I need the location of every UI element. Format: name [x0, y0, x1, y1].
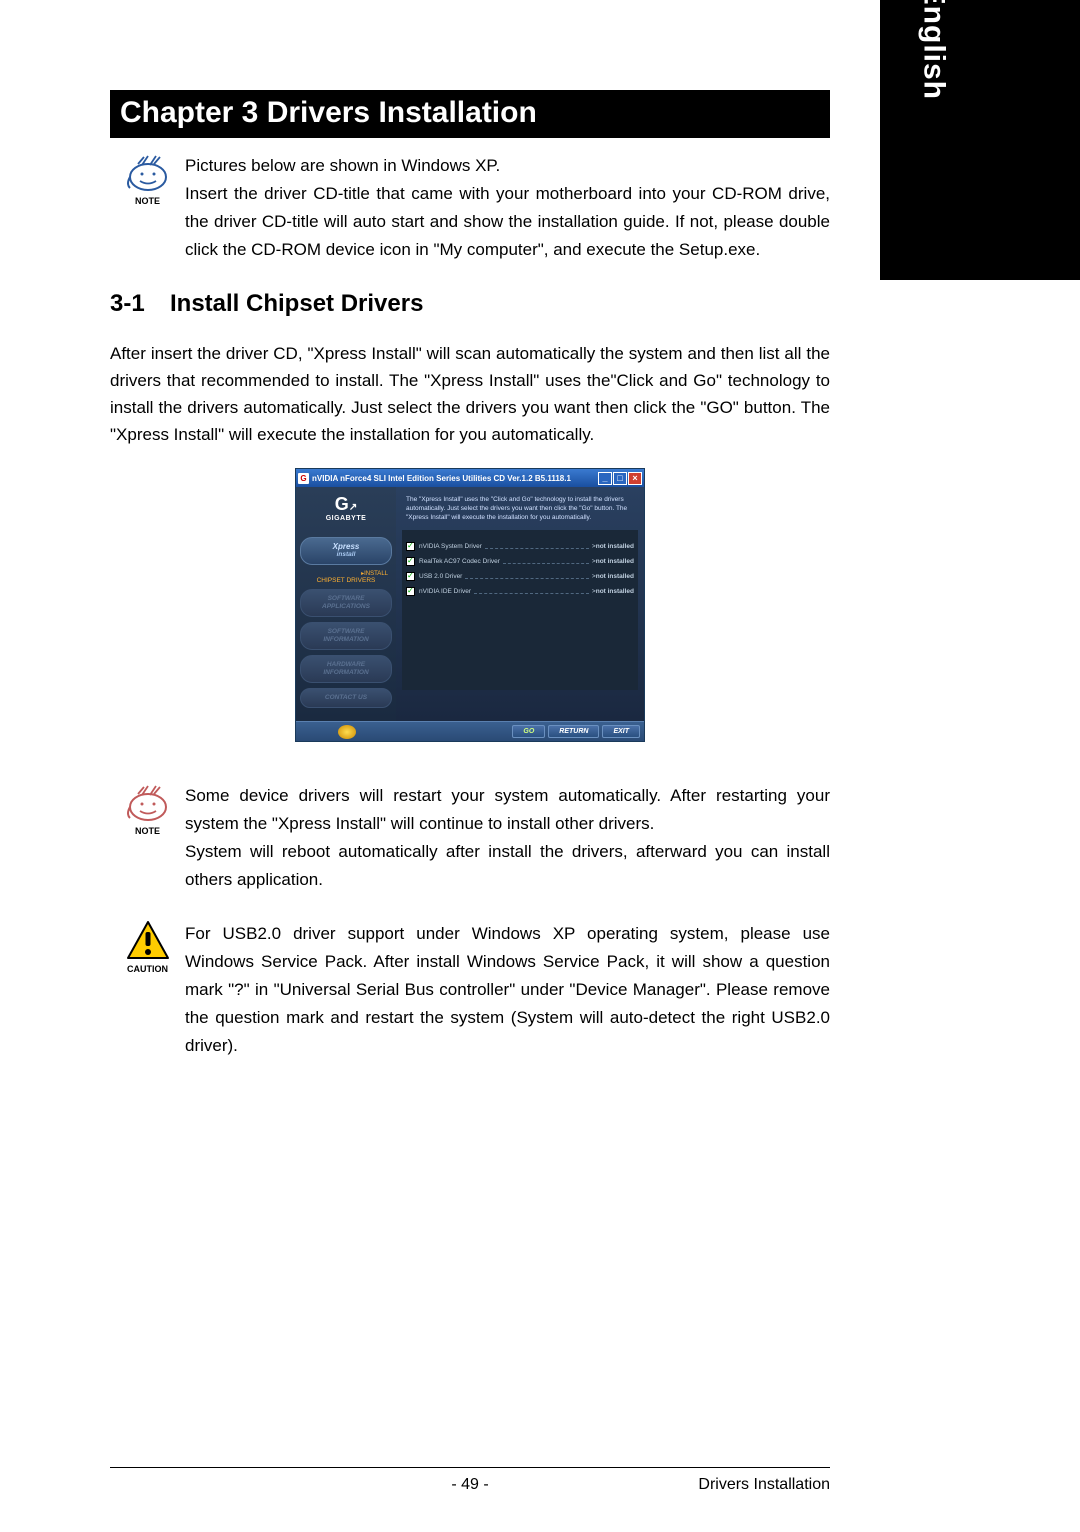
title-bar: GnVIDIA nForce4 SLI Intel Edition Series… [296, 469, 644, 487]
driver-name: nVIDIA IDE Driver [419, 588, 471, 595]
globe-icon[interactable] [338, 725, 356, 739]
sidebar: G↗ GIGABYTE Xpress install ▸INSTALL CHIP… [296, 487, 396, 721]
driver-row: nVIDIA IDE Driver > not installed [406, 587, 634, 596]
installer-window: GnVIDIA nForce4 SLI Intel Edition Series… [295, 468, 645, 742]
driver-row: USB 2.0 Driver > not installed [406, 572, 634, 581]
caution-icon [126, 920, 170, 960]
brand-name: GIGABYTE [300, 515, 392, 522]
driver-row: nVIDIA System Driver > not installed [406, 542, 634, 551]
nav-software-information[interactable]: SOFTWARE INFORMATION [300, 622, 392, 650]
driver-name: USB 2.0 Driver [419, 573, 462, 580]
return-button[interactable]: RETURN [548, 725, 599, 738]
chapter-title: Chapter 3 Drivers Installation [110, 90, 830, 138]
main-panel: The "Xpress Install" uses the "Click and… [396, 487, 644, 721]
driver-list: nVIDIA System Driver > not installed Rea… [402, 530, 638, 690]
note-label: NOTE [110, 196, 185, 206]
window-title: nVIDIA nForce4 SLI Intel Edition Series … [312, 474, 571, 483]
nav-xpress-install[interactable]: Xpress install [300, 537, 392, 565]
close-button[interactable]: × [628, 472, 642, 485]
note-text-2: Some device drivers will restart your sy… [185, 782, 830, 894]
nav-software-applications[interactable]: SOFTWARE APPLICATIONS [300, 589, 392, 617]
maximize-button[interactable]: □ [613, 472, 627, 485]
driver-checkbox[interactable] [406, 587, 415, 596]
footer-section: Drivers Installation [698, 1476, 830, 1494]
caution-text: For USB2.0 driver support under Windows … [185, 920, 830, 1060]
go-button[interactable]: GO [512, 725, 545, 738]
nav-hardware-information[interactable]: HARDWARE INFORMATION [300, 655, 392, 683]
exit-button[interactable]: EXIT [602, 725, 640, 738]
section-title: Install Chipset Drivers [170, 290, 423, 317]
page-number: - 49 - [451, 1476, 488, 1494]
note-text-1: Pictures below are shown in Windows XP. … [185, 152, 830, 264]
section-heading: 3-1Install Chipset Drivers [110, 290, 830, 318]
nav-install-label: ▸INSTALL [300, 570, 392, 577]
minimize-button[interactable]: _ [598, 472, 612, 485]
language-label: English [916, 0, 950, 100]
language-tab: English [880, 0, 1080, 280]
section-number: 3-1 [110, 290, 170, 318]
note-label: NOTE [110, 826, 185, 836]
brand-logo: G↗ [300, 497, 392, 515]
note-icon [126, 152, 170, 192]
installer-intro: The "Xpress Install" uses the "Click and… [402, 493, 638, 530]
driver-status: not installed [596, 573, 634, 580]
driver-checkbox[interactable] [406, 542, 415, 551]
driver-status: not installed [596, 543, 634, 550]
driver-status: not installed [596, 558, 634, 565]
bottom-bar: GO RETURN EXIT [296, 721, 644, 741]
driver-row: RealTek AC97 Codec Driver > not installe… [406, 557, 634, 566]
app-icon: G [298, 473, 309, 484]
driver-checkbox[interactable] [406, 557, 415, 566]
nav-chipset-drivers[interactable]: CHIPSET DRIVERS [300, 577, 392, 584]
driver-checkbox[interactable] [406, 572, 415, 581]
driver-status: not installed [596, 588, 634, 595]
driver-name: RealTek AC97 Codec Driver [419, 558, 500, 565]
driver-name: nVIDIA System Driver [419, 543, 482, 550]
caution-label: CAUTION [110, 964, 185, 974]
intro-paragraph: After insert the driver CD, "Xpress Inst… [110, 340, 830, 448]
footer-rule [110, 1467, 830, 1468]
nav-contact-us[interactable]: CONTACT US [300, 688, 392, 708]
note-icon [126, 782, 170, 822]
